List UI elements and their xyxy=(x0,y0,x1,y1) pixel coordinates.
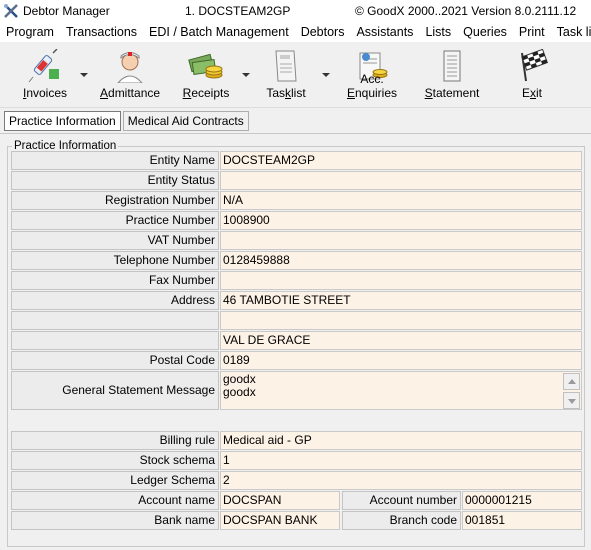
tasklist-dropdown-arrow-icon[interactable] xyxy=(322,72,330,78)
billing-rule-field[interactable]: Medical aid - GP xyxy=(220,431,582,450)
address-2-label xyxy=(11,311,219,330)
vat-number-field[interactable] xyxy=(220,231,582,250)
tools-cross-icon xyxy=(4,4,18,18)
toolbar-divider xyxy=(0,107,591,108)
menu-debtors[interactable]: Debtors xyxy=(295,22,351,42)
scroll-up-arrow-icon[interactable] xyxy=(563,373,580,390)
scroll-down-arrow-icon[interactable] xyxy=(563,392,580,409)
menu-program[interactable]: Program xyxy=(0,22,60,42)
address-label: Address xyxy=(11,291,219,310)
tasklist-label: Tasklist xyxy=(266,86,306,100)
menu-print[interactable]: Print xyxy=(513,22,551,42)
message-line-1: goodx xyxy=(223,372,256,386)
receipts-button[interactable]: Receipts xyxy=(178,47,234,103)
entity-name-field[interactable]: DOCSTEAM2GP xyxy=(220,151,582,170)
stock-schema-field[interactable]: 1 xyxy=(220,451,582,470)
telephone-number-field[interactable]: 0128459888 xyxy=(220,251,582,270)
address-line-3-field[interactable]: VAL DE GRACE xyxy=(220,331,582,350)
bank-name-label: Bank name xyxy=(11,511,219,530)
admittance-button[interactable]: Admittance xyxy=(100,47,160,103)
account-number-field[interactable]: 0000001215 xyxy=(462,491,582,510)
exit-label: Exit xyxy=(521,86,542,100)
billing-rule-label: Billing rule xyxy=(11,431,219,450)
money-icon xyxy=(188,53,223,79)
telephone-number-label: Telephone Number xyxy=(11,251,219,270)
task-paper-icon xyxy=(275,50,297,82)
tab-medical-aid-contracts[interactable]: Medical Aid Contracts xyxy=(122,111,249,131)
postal-code-field[interactable]: 0189 xyxy=(220,351,582,370)
postal-code-label: Postal Code xyxy=(11,351,219,370)
document-title: 1. DOCSTEAM2GP xyxy=(185,4,291,18)
stock-schema-label: Stock schema xyxy=(11,451,219,470)
entity-status-field[interactable] xyxy=(220,171,582,190)
statement-label: Statement xyxy=(424,86,480,100)
fax-number-field[interactable] xyxy=(220,271,582,290)
entity-name-label: Entity Name xyxy=(11,151,219,170)
checkered-flag-icon xyxy=(521,49,548,82)
address-line-1-field[interactable]: 46 TAMBOTIE STREET xyxy=(220,291,582,310)
address-line-2-field[interactable] xyxy=(220,311,582,330)
invoices-button[interactable]: Invoices xyxy=(18,47,72,103)
branch-code-field[interactable]: 001851 xyxy=(462,511,582,530)
general-statement-message-field[interactable]: goodx goodx xyxy=(220,371,582,410)
receipts-label: Receipts xyxy=(182,86,230,100)
version-text: © GoodX 2000..2021 Version 8.0.2111.12 xyxy=(355,4,577,18)
message-line-2: goodx xyxy=(223,384,256,399)
invoices-dropdown-arrow-icon[interactable] xyxy=(80,72,88,78)
practice-number-label: Practice Number xyxy=(11,211,219,230)
admittance-label: Admittance xyxy=(100,86,161,100)
toolbar: Invoices Admittance Receipts Tasklist Ac… xyxy=(0,43,591,107)
menu-lists[interactable]: Lists xyxy=(419,22,457,42)
menu-assistants[interactable]: Assistants xyxy=(350,22,419,42)
vat-number-label: VAT Number xyxy=(11,231,219,250)
practice-number-field[interactable]: 1008900 xyxy=(220,211,582,230)
menu-queries[interactable]: Queries xyxy=(457,22,513,42)
tasklist-button[interactable]: Tasklist xyxy=(258,47,314,103)
menu-transactions[interactable]: Transactions xyxy=(60,22,143,42)
nurse-icon xyxy=(117,52,143,83)
account-number-label: Account number xyxy=(342,491,461,510)
address-3-label xyxy=(11,331,219,350)
syringe-icon xyxy=(28,49,59,83)
menu-bar: Program Transactions EDI / Batch Managem… xyxy=(0,22,591,42)
app-title: Debtor Manager xyxy=(23,4,110,18)
account-name-field[interactable]: DOCSPAN xyxy=(220,491,340,510)
menu-task-list[interactable]: Task list xyxy=(551,22,591,42)
statement-icon xyxy=(443,50,461,82)
entity-status-label: Entity Status xyxy=(11,171,219,190)
general-statement-message-label: General Statement Message xyxy=(11,371,219,410)
fax-number-label: Fax Number xyxy=(11,271,219,290)
acc-enquiries-label: Acc. Enquiries xyxy=(346,72,398,100)
ledger-schema-field[interactable]: 2 xyxy=(220,471,582,490)
message-scrollbar[interactable] xyxy=(563,373,580,409)
exit-button[interactable]: Exit xyxy=(506,47,558,103)
tab-strip: Practice Information Medical Aid Contrac… xyxy=(4,111,251,133)
menu-edi-batch[interactable]: EDI / Batch Management xyxy=(143,22,295,42)
account-name-label: Account name xyxy=(11,491,219,510)
ledger-schema-label: Ledger Schema xyxy=(11,471,219,490)
branch-code-label: Branch code xyxy=(342,511,461,530)
registration-number-label: Registration Number xyxy=(11,191,219,210)
title-bar: Debtor Manager 1. DOCSTEAM2GP © GoodX 20… xyxy=(0,0,591,22)
invoices-label: Invoices xyxy=(22,86,68,100)
tab-practice-information[interactable]: Practice Information xyxy=(4,111,121,131)
bank-name-field[interactable]: DOCSPAN BANK xyxy=(220,511,340,530)
registration-number-field[interactable]: N/A xyxy=(220,191,582,210)
acc-enquiries-button[interactable]: Acc. Enquiries xyxy=(336,47,408,103)
practice-information-panel: Practice Information Entity Name DOCSTEA… xyxy=(0,133,591,550)
statement-button[interactable]: Statement xyxy=(424,47,480,103)
receipts-dropdown-arrow-icon[interactable] xyxy=(242,72,250,78)
